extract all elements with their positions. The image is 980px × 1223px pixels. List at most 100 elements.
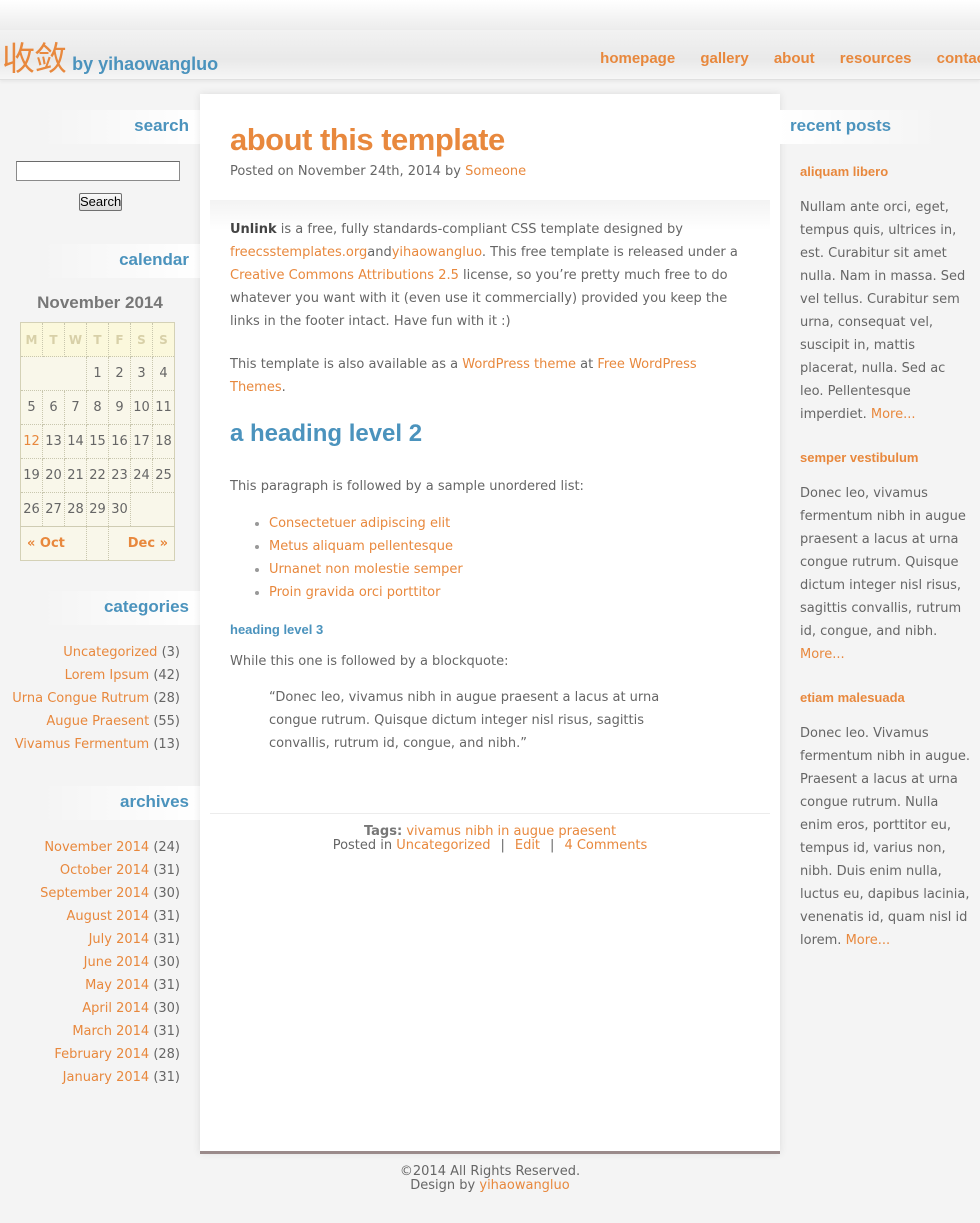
archive-link[interactable]: October 2014	[60, 863, 149, 878]
category-link[interactable]: Uncategorized	[396, 838, 490, 853]
calendar-day: 14	[64, 424, 87, 459]
top-bar	[0, 0, 980, 30]
designer-link[interactable]: yihaowangluo	[479, 1178, 569, 1193]
logo-byline[interactable]: by yihaowangluo	[72, 54, 218, 74]
site-footer: ©2014 All Rights Reserved. Design by yih…	[200, 1165, 780, 1193]
archive-item: August 2014 (31)	[0, 905, 180, 928]
calendar-day: 7	[64, 390, 87, 425]
separator: |	[550, 838, 555, 853]
freecsstemplates-link[interactable]: freecsstemplates.org	[230, 245, 367, 260]
list-item-link[interactable]: Urnanet non molestie semper	[269, 562, 463, 577]
archive-link[interactable]: June 2014	[84, 955, 150, 970]
archive-count: (31)	[153, 1024, 180, 1039]
category-link[interactable]: Urna Congue Rutrum	[12, 691, 149, 706]
post-tags: Tags: vivamus nibh in augue praesent	[200, 825, 780, 839]
search-heading: search	[0, 110, 200, 144]
archive-item: March 2014 (31)	[0, 1020, 180, 1043]
archive-link[interactable]: April 2014	[82, 1001, 149, 1016]
calendar-next-link[interactable]: Dec »	[128, 536, 168, 551]
calendar-day: 10	[130, 390, 153, 425]
list-item-link[interactable]: Consectetuer adipiscing elit	[269, 516, 450, 531]
recent-post-title[interactable]: aliquam libero	[800, 160, 970, 183]
para-text: This template is also available as a	[230, 357, 463, 372]
intro-paragraph: Unlink is a free, fully standards-compli…	[230, 218, 748, 333]
calendar: M T W T F S S 1 2 3 4 5 6 7 8 9 10 11 12…	[20, 322, 175, 561]
wordpress-paragraph: This template is also available as a Wor…	[230, 353, 748, 399]
category-item: Vivamus Fermentum (13)	[0, 733, 180, 756]
calendar-prev-link[interactable]: « Oct	[27, 536, 65, 551]
recent-post-body: Donec leo, vivamus fermentum nibh in aug…	[800, 482, 970, 666]
post-meta-text: Posted on November 24th, 2014 by	[230, 164, 466, 179]
site-logo[interactable]: 收敛 by yihaowangluo	[2, 32, 218, 80]
post-title[interactable]: about this template	[230, 122, 505, 158]
recent-post-body: Nullam ante orci, eget, tempus quis, ult…	[800, 196, 970, 426]
recent-post-text: Donec leo, vivamus fermentum nibh in aug…	[800, 486, 966, 639]
archive-link[interactable]: January 2014	[63, 1070, 150, 1085]
weekday-tue: T	[42, 322, 65, 357]
archive-link[interactable]: February 2014	[54, 1047, 149, 1062]
edit-link[interactable]: Edit	[515, 838, 540, 853]
nav-about[interactable]: about	[774, 50, 815, 67]
comments-link[interactable]: 4 Comments	[564, 838, 647, 853]
para-text: at	[576, 357, 598, 372]
recent-post-title-link[interactable]: aliquam libero	[800, 164, 888, 179]
intro-strong: Unlink	[230, 222, 277, 237]
archive-item: January 2014 (31)	[0, 1066, 180, 1089]
category-count: (28)	[153, 691, 180, 706]
tag-link[interactable]: vivamus nibh in augue praesent	[406, 824, 616, 839]
archive-link[interactable]: August 2014	[66, 909, 149, 924]
category-link[interactable]: Vivamus Fermentum	[15, 737, 149, 752]
para-text: .	[281, 380, 286, 395]
calendar-day: 8	[86, 390, 109, 425]
archives-list: November 2014 (24) October 2014 (31) Sep…	[0, 836, 180, 1089]
nav-homepage[interactable]: homepage	[600, 50, 675, 67]
post-title-link[interactable]: about this template	[230, 122, 505, 157]
weekday-sun: S	[152, 322, 175, 357]
yihaowangluo-link[interactable]: yihaowangluo	[392, 245, 482, 260]
heading-level-3: heading level 3	[230, 622, 324, 637]
search-button[interactable]: Search	[79, 193, 122, 211]
archive-link[interactable]: May 2014	[85, 978, 149, 993]
recent-posts-heading: recent posts	[780, 110, 980, 144]
archive-count: (30)	[153, 955, 180, 970]
archive-link[interactable]: November 2014	[44, 840, 149, 855]
more-link[interactable]: More...	[846, 933, 891, 948]
list-item-link[interactable]: Metus aliquam pellentesque	[269, 539, 453, 554]
design-credit: Design by yihaowangluo	[200, 1179, 780, 1193]
heading-level-2: a heading level 2	[230, 420, 423, 447]
recent-post-title[interactable]: etiam malesuada	[800, 686, 970, 709]
post-author-link[interactable]: Someone	[465, 164, 526, 179]
post-footer-divider	[210, 813, 770, 814]
logo-text[interactable]: 收敛	[2, 39, 67, 78]
recent-posts: aliquam libero Nullam ante orci, eget, t…	[800, 160, 970, 972]
archive-link[interactable]: July 2014	[89, 932, 150, 947]
weekday-sat: S	[130, 322, 153, 357]
archive-link[interactable]: March 2014	[72, 1024, 149, 1039]
creative-commons-link[interactable]: Creative Commons Attributions 2.5	[230, 268, 459, 283]
post-footer: Tags: vivamus nibh in augue praesent Pos…	[200, 825, 780, 853]
archive-count: (30)	[153, 1001, 180, 1016]
list-item-link[interactable]: Proin gravida orci porttitor	[269, 585, 440, 600]
main-nav: homepage gallery about resources contact	[579, 50, 980, 67]
nav-resources[interactable]: resources	[840, 50, 912, 67]
category-link[interactable]: Augue Praesent	[46, 714, 149, 729]
recent-post-title-link[interactable]: semper vestibulum	[800, 450, 919, 465]
archive-count: (31)	[153, 1070, 180, 1085]
nav-contact[interactable]: contact	[937, 50, 980, 67]
archive-item: April 2014 (30)	[0, 997, 180, 1020]
more-link[interactable]: More...	[800, 647, 845, 662]
calendar-day: 17	[130, 424, 153, 459]
search-input[interactable]	[16, 161, 180, 181]
calendar-day: 18	[152, 424, 175, 459]
category-link[interactable]: Uncategorized	[63, 645, 157, 660]
archive-link[interactable]: September 2014	[40, 886, 149, 901]
wordpress-theme-link[interactable]: WordPress theme	[462, 357, 576, 372]
recent-post-title-link[interactable]: etiam malesuada	[800, 690, 905, 705]
calendar-day: 21	[64, 458, 87, 493]
post-meta: Posted on November 24th, 2014 by Someone	[230, 164, 526, 179]
recent-post-title[interactable]: semper vestibulum	[800, 446, 970, 469]
category-link[interactable]: Lorem Ipsum	[65, 668, 150, 683]
calendar-day: 11	[152, 390, 175, 425]
more-link[interactable]: More...	[871, 407, 916, 422]
nav-gallery[interactable]: gallery	[700, 50, 748, 67]
